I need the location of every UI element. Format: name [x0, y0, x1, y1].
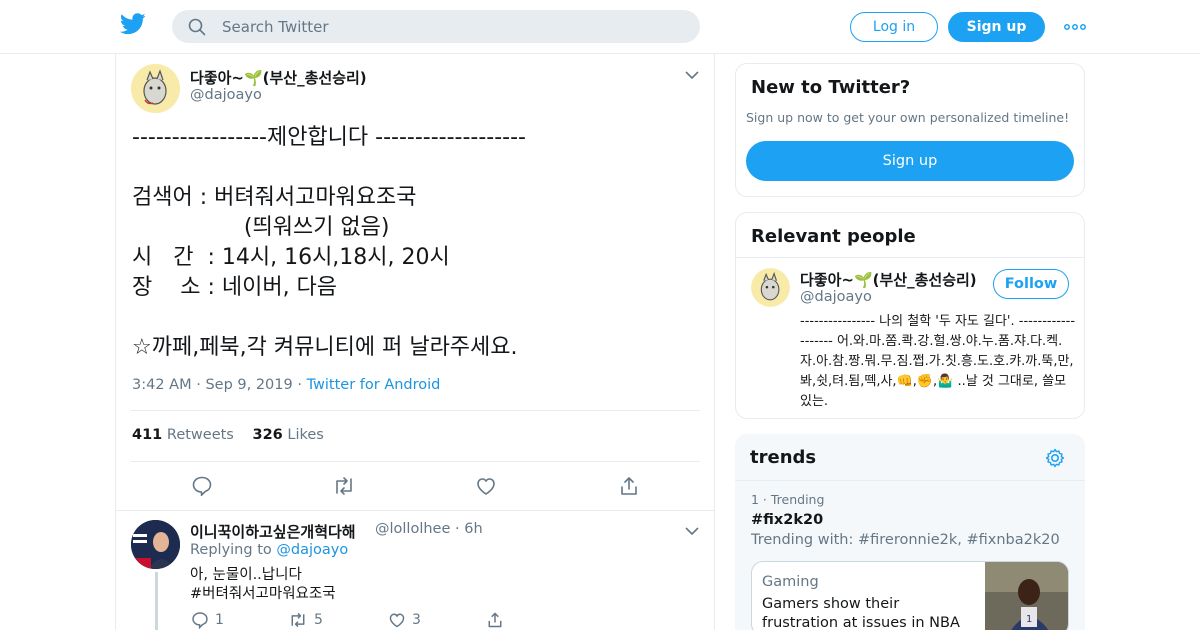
trend-rank-label: Trending: [770, 492, 825, 507]
retweets-count: 411: [132, 427, 163, 443]
likes-stat[interactable]: 326 Likes: [252, 427, 323, 443]
tweet-source[interactable]: Twitter for Android: [307, 377, 441, 393]
tweet-date[interactable]: Sep 9, 2019: [205, 377, 292, 393]
trend-rank: 1 · Trending: [751, 492, 825, 507]
divider: [131, 461, 700, 462]
trends-card: trends 1 · Trending #fix2k20 Trending wi…: [735, 434, 1085, 630]
reply-text: 아, 눈물이..납니다: [190, 567, 302, 583]
top-navigation-bar: Search Twitter Log in Sign up: [0, 0, 1200, 54]
relevant-person-handle[interactable]: @dajoayo: [800, 289, 872, 305]
twitter-bird-icon[interactable]: [120, 13, 146, 39]
reply-author-handle[interactable]: @lollolhee: [375, 521, 450, 537]
trend-rank-number: 1: [751, 492, 759, 507]
avatar[interactable]: [131, 520, 180, 569]
replying-to-label: Replying to: [190, 542, 272, 558]
retweet-icon[interactable]: [332, 475, 356, 497]
trends-title: trends: [750, 447, 817, 468]
tweet-column: 다좋아~🌱(부산_총선승리) @dajoayo ----------------…: [115, 54, 715, 630]
reply-count: 1: [215, 612, 224, 628]
tweet-time[interactable]: 3:42 AM: [132, 377, 192, 393]
new-to-twitter-card: New to Twitter? Sign up now to get your …: [735, 63, 1085, 197]
thread-line: [155, 572, 158, 630]
reply-icon: [192, 612, 208, 629]
reply-icon[interactable]: [191, 475, 215, 497]
relevant-people-card: Relevant people 다좋아~🌱(부산_총선승리) @dajoayo …: [735, 212, 1085, 419]
login-button[interactable]: Log in: [850, 12, 938, 42]
retweet-count: 5: [314, 612, 323, 628]
share-icon[interactable]: [618, 475, 642, 497]
new-to-twitter-title: New to Twitter?: [751, 77, 911, 98]
news-headline: Gamers show their frustration at issues …: [762, 596, 960, 630]
reply-header-meta: @lollolhee · 6h: [375, 521, 483, 537]
search-input[interactable]: Search Twitter: [222, 18, 329, 36]
settings-icon[interactable]: [1044, 447, 1066, 469]
signup-button[interactable]: Sign up: [948, 12, 1045, 42]
sidebar-signup-button[interactable]: Sign up: [746, 141, 1074, 181]
trend-hashtag[interactable]: #fix2k20: [751, 512, 823, 528]
tweet-timestamp: 3:42 AM · Sep 9, 2019 · Twitter for Andr…: [132, 377, 441, 393]
tweet-author-name[interactable]: 다좋아~🌱(부산_총선승리): [190, 67, 367, 88]
like-action[interactable]: 3: [388, 611, 421, 630]
news-category: Gaming: [762, 574, 819, 590]
retweet-icon: [291, 612, 305, 628]
reply-action[interactable]: 1: [191, 611, 224, 630]
svg-text:1: 1: [1026, 614, 1032, 625]
tweet-text: -----------------제안합니다 -----------------…: [132, 125, 526, 360]
avatar[interactable]: [751, 268, 790, 307]
chevron-down-icon[interactable]: [685, 70, 699, 80]
share-icon[interactable]: [486, 611, 504, 630]
new-to-twitter-subtitle: Sign up now to get your own personalized…: [746, 110, 1070, 125]
tweet-author-handle[interactable]: @dajoayo: [190, 87, 262, 103]
reply-author-name[interactable]: 이니꾹이하고싶은개혁다해: [190, 521, 356, 542]
relevant-people-title: Relevant people: [751, 226, 916, 247]
replying-to-handle[interactable]: @dajoayo: [276, 542, 348, 558]
tweet-stats: 411 Retweets 326 Likes: [132, 427, 324, 443]
relevant-person-name[interactable]: 다좋아~🌱(부산_총선승리): [800, 269, 977, 290]
search-icon: [188, 18, 206, 36]
like-count: 3: [412, 612, 421, 628]
divider: [131, 410, 700, 411]
divider: [735, 480, 1085, 481]
divider: [116, 510, 714, 511]
trend-trending-with[interactable]: Trending with: #fireronnie2k, #fixnba2k2…: [751, 532, 1060, 548]
trend-news-card[interactable]: Gaming Gamers show their frustration at …: [751, 561, 1069, 630]
retweets-label: Retweets: [166, 427, 234, 443]
news-thumbnail: 1: [985, 562, 1068, 630]
likes-count: 326: [252, 427, 283, 443]
relevant-person-bio: ---------------- 나의 철학 '두 자도 길다'. ------…: [800, 314, 1076, 409]
like-icon[interactable]: [475, 475, 499, 497]
likes-label: Likes: [287, 427, 324, 443]
replying-to: Replying to @dajoayo: [190, 542, 348, 558]
reply-age[interactable]: 6h: [464, 521, 482, 537]
search-bar[interactable]: Search Twitter: [172, 10, 700, 43]
divider: [736, 257, 1084, 258]
retweet-action[interactable]: 5: [288, 611, 323, 630]
like-icon: [389, 613, 405, 628]
retweets-stat[interactable]: 411 Retweets: [132, 427, 234, 443]
follow-button[interactable]: Follow: [993, 269, 1069, 299]
more-icon[interactable]: [1064, 18, 1086, 36]
chevron-down-icon[interactable]: [685, 526, 699, 536]
reply-hashtag[interactable]: #버텨줘서고마워요조국: [190, 582, 336, 603]
avatar[interactable]: [131, 64, 180, 113]
